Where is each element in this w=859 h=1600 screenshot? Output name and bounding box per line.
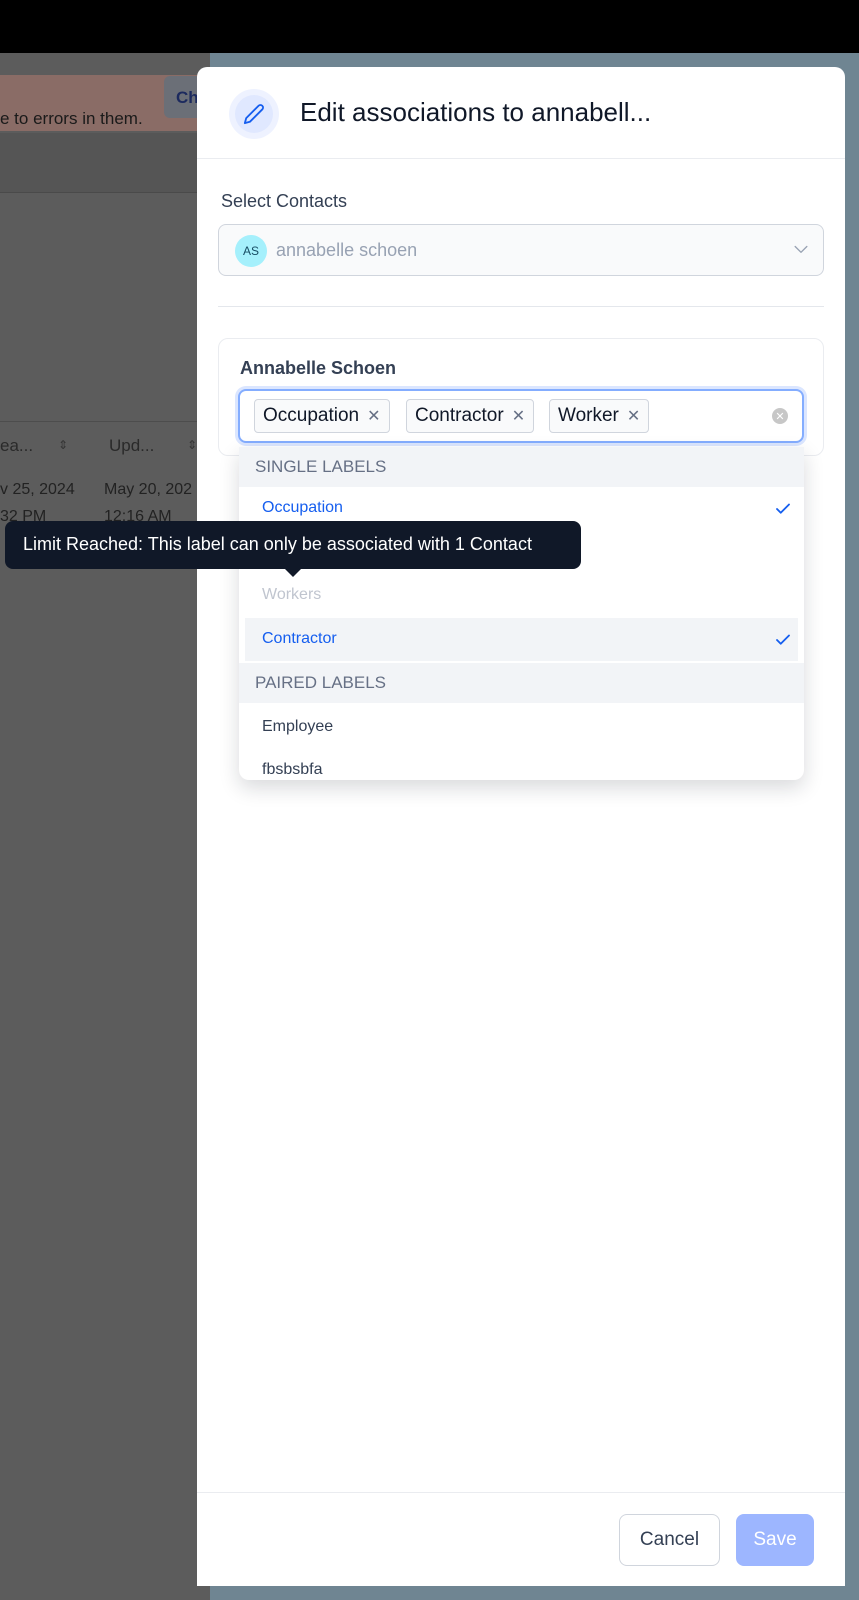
tag-worker: Worker ✕ [549,399,650,433]
tooltip-arrow [285,569,301,577]
pencil-icon [229,89,279,139]
remove-tag-icon[interactable]: ✕ [367,406,380,426]
option-employee[interactable]: Employee [245,706,798,749]
avatar: AS [235,235,267,267]
check-icon [776,503,790,514]
clear-icon[interactable]: ✕ [772,408,788,424]
background-toolbar [0,133,210,193]
top-bar [0,0,859,53]
chevron-down-icon [794,245,808,253]
drawer-title: Edit associations to annabell... [300,97,652,127]
paired-labels-header: PAIRED LABELS [239,663,804,703]
tag-contractor: Contractor ✕ [406,399,535,433]
option-workers[interactable]: Workers [245,574,798,617]
sort-icon[interactable]: ⇕ [58,438,68,452]
select-contacts-label: Select Contacts [221,191,348,211]
option-contractor[interactable]: Contractor [245,618,798,661]
labels-dropdown: SINGLE LABELS Occupation Workers Contrac… [239,447,804,780]
cancel-button[interactable]: Cancel [619,1514,720,1566]
limit-reached-tooltip: Limit Reached: This label can only be as… [5,521,581,569]
contact-name-heading: Annabelle Schoen [240,358,397,378]
check-icon [776,634,790,645]
remove-tag-icon[interactable]: ✕ [627,406,640,426]
cell-updated-date: May 20, 202 [104,481,193,498]
remove-tag-icon[interactable]: ✕ [512,406,525,426]
single-labels-header: SINGLE LABELS [239,447,804,487]
selected-contact: annabelle schoen [276,240,418,260]
background-page: e to errors in them. Ch ea... ⇕ Upd... ⇕… [0,53,210,1600]
drawer-header: Edit associations to annabell... [197,67,845,159]
column-updated[interactable]: Upd... [109,436,154,456]
alert-text: e to errors in them. [0,109,143,128]
edit-associations-drawer: Edit associations to annabell... Select … [197,67,845,1586]
contact-labels-card: Annabelle Schoen Occupation ✕ Contractor… [218,338,824,456]
save-button[interactable]: Save [736,1514,814,1566]
option-fbsbsbfa[interactable]: fbsbsbfa [245,749,798,780]
column-created[interactable]: ea... [0,436,33,456]
drawer-footer: Cancel Save [197,1492,845,1586]
divider [218,306,824,307]
sort-icon[interactable]: ⇕ [187,438,197,452]
contacts-select[interactable]: AS annabelle schoen [218,224,824,276]
cell-created-date: v 25, 2024 [0,481,75,498]
labels-multiselect[interactable]: Occupation ✕ Contractor ✕ Worker ✕ ✕ [238,389,804,443]
tag-occupation: Occupation ✕ [254,399,390,433]
